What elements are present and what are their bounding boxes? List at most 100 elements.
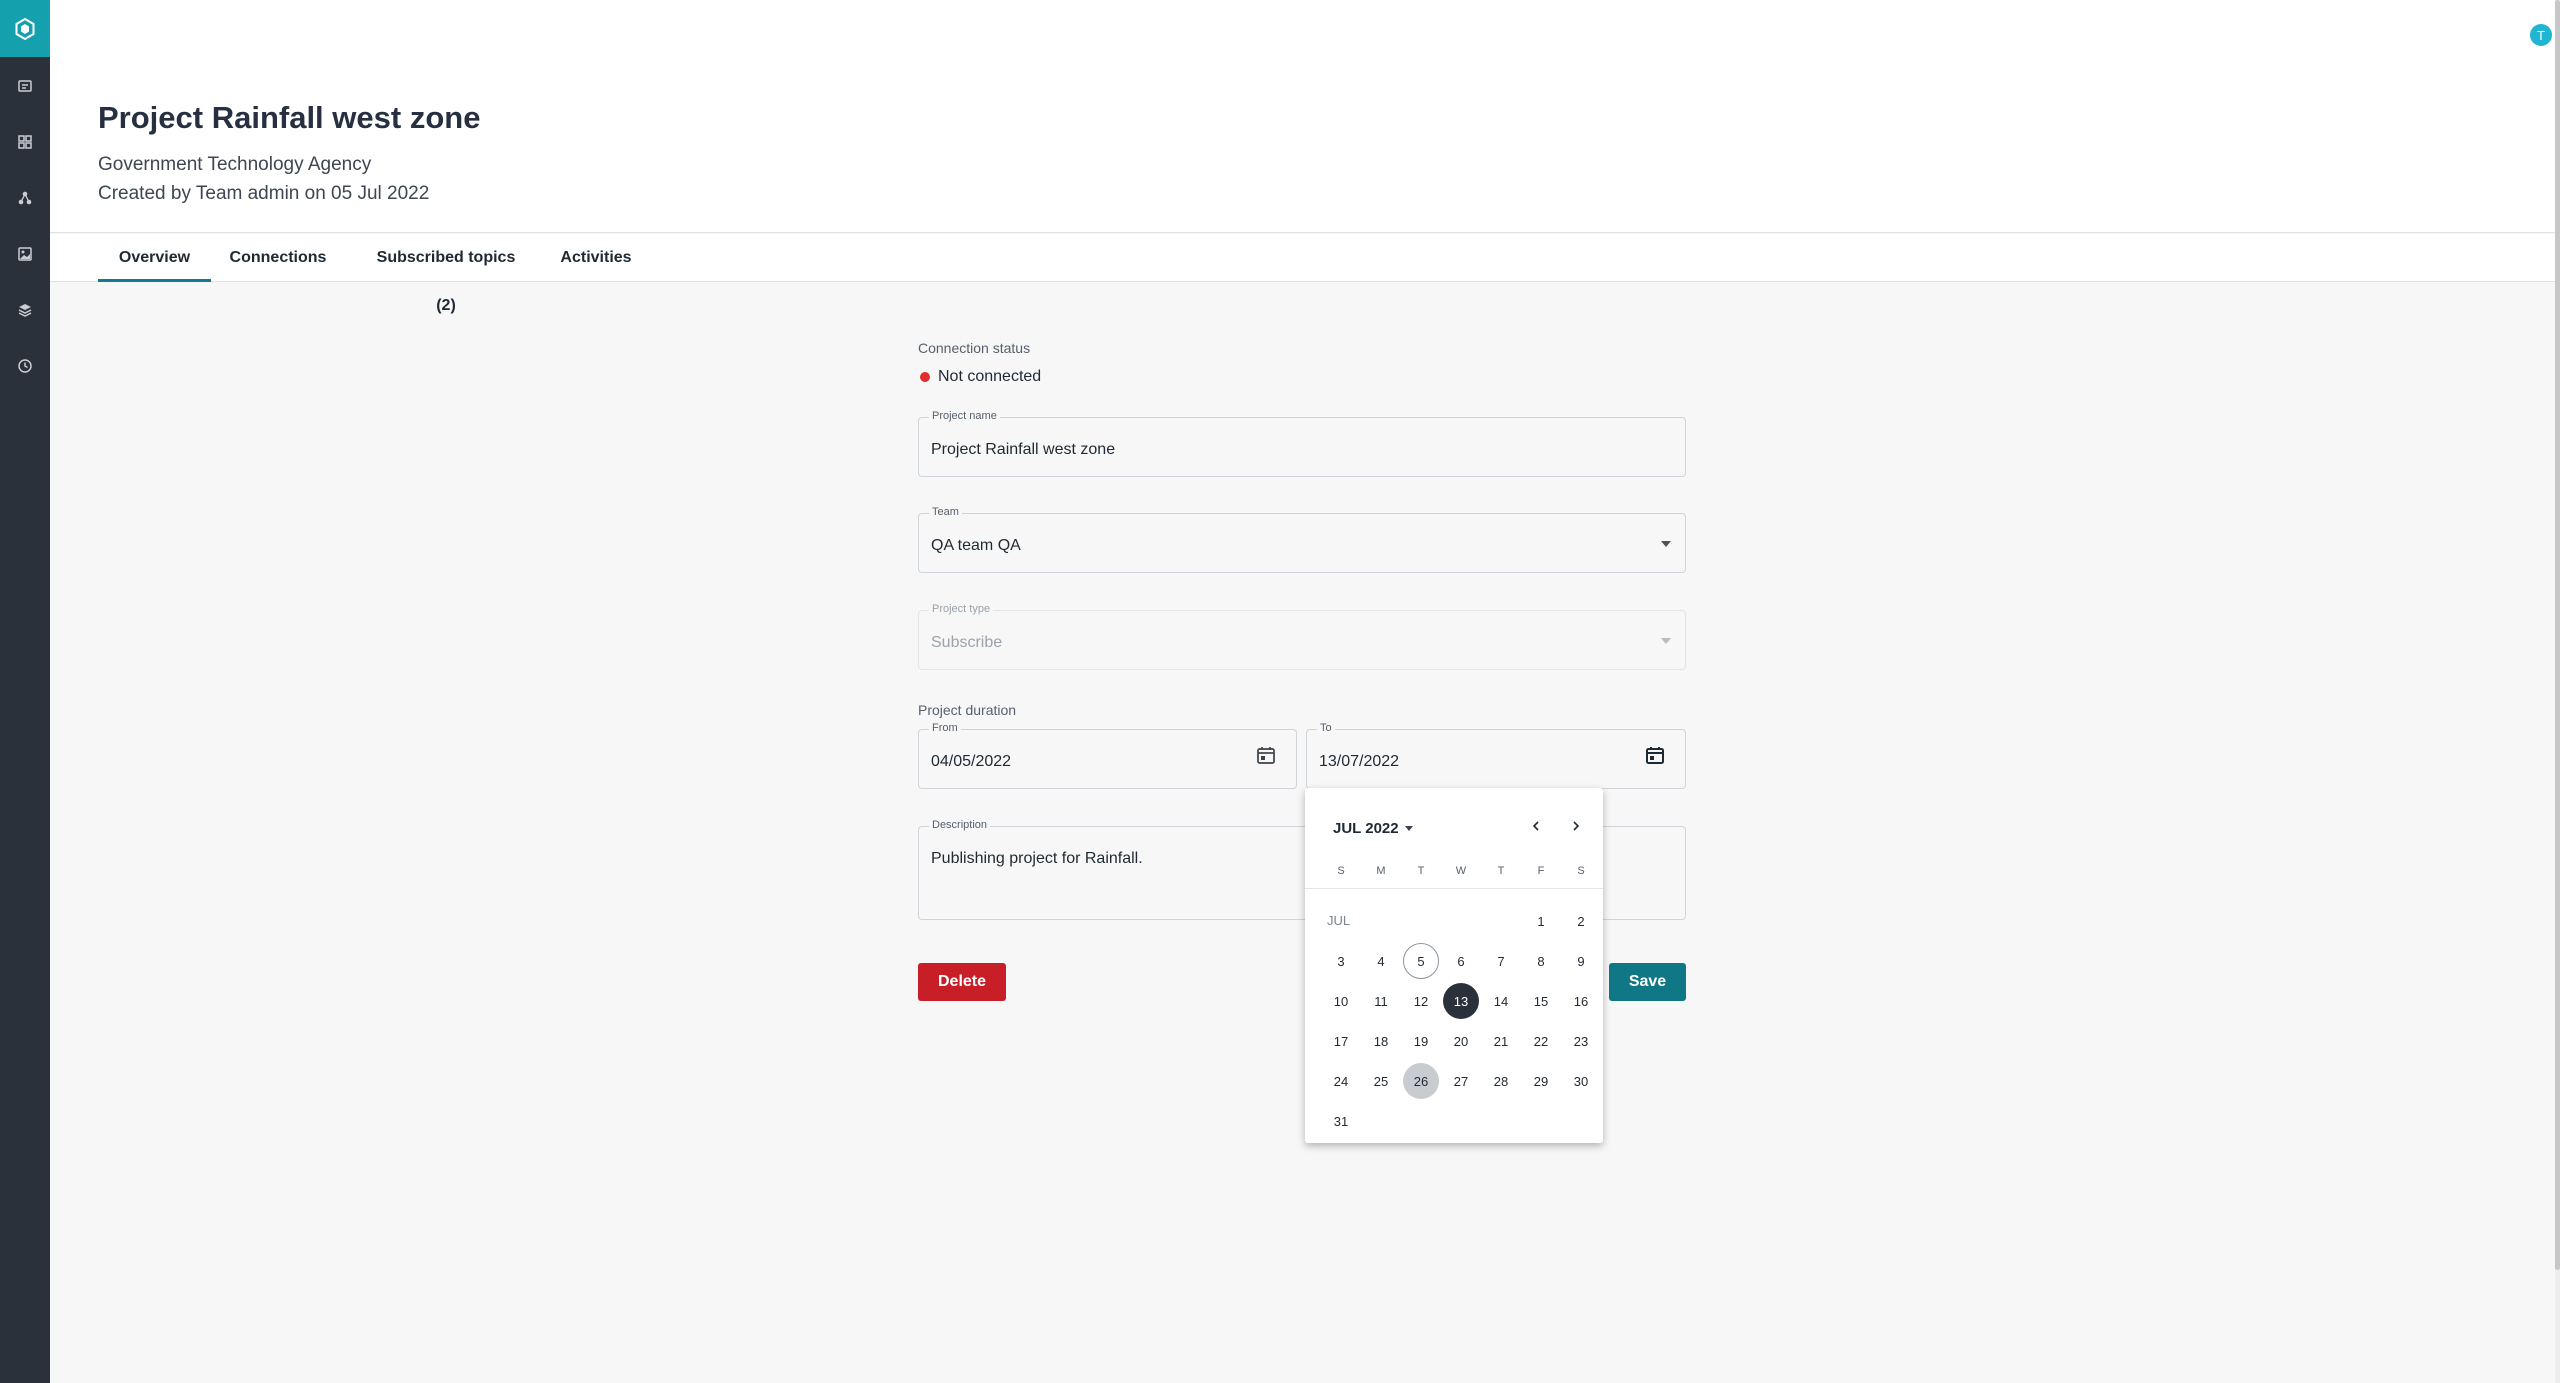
calendar-day[interactable]: 23 <box>1563 1023 1599 1059</box>
calendar-day[interactable]: 1 <box>1523 903 1559 939</box>
save-button[interactable]: Save <box>1609 963 1686 1001</box>
from-value: 04/05/2022 <box>931 753 1012 770</box>
calendar-day[interactable]: 9 <box>1563 943 1599 979</box>
team-label: Team <box>929 506 962 518</box>
tab-subscribed-topics[interactable]: Subscribed topics (2) <box>365 234 527 314</box>
calendar-day[interactable]: 12 <box>1403 983 1439 1019</box>
catalog-icon <box>18 80 32 92</box>
calendar-day[interactable]: 19 <box>1403 1023 1439 1059</box>
sidebar-item-catalog[interactable] <box>0 69 50 103</box>
chevron-left-icon <box>1532 821 1539 831</box>
from-label: From <box>929 722 961 734</box>
weekday-label: T <box>1497 865 1505 877</box>
calendar-divider <box>1305 888 1603 889</box>
description-label: Description <box>929 819 991 831</box>
calendar-day[interactable]: 7 <box>1483 943 1519 979</box>
calendar-day[interactable]: 10 <box>1323 983 1359 1019</box>
calendar-day[interactable]: 14 <box>1483 983 1519 1019</box>
calendar-month-label: JUL <box>1327 913 1351 928</box>
calendar-day[interactable]: 31 <box>1323 1103 1359 1139</box>
clock-icon <box>18 359 32 373</box>
sidebar-item-media[interactable] <box>0 237 50 271</box>
project-name-label: Project name <box>929 410 1000 422</box>
project-name-value: Project Rainfall west zone <box>931 441 1116 458</box>
project-duration-label: Project duration <box>918 702 1017 718</box>
calendar-day[interactable]: 22 <box>1523 1023 1559 1059</box>
date-picker: JUL 2022 SMTWTFS JUL 1 2 3 4 5 6 7 8 9 10 11 12 13 14… <box>1305 788 1603 1143</box>
calendar-day[interactable]: 8 <box>1523 943 1559 979</box>
delete-button[interactable]: Delete <box>918 963 1006 1001</box>
sidebar-item-dashboard[interactable] <box>0 125 50 159</box>
weekday-label: S <box>1577 865 1585 877</box>
stack-icon <box>18 304 32 317</box>
calendar-day[interactable]: 2 <box>1563 903 1599 939</box>
network-icon <box>18 191 32 205</box>
calendar-day[interactable]: 20 <box>1443 1023 1479 1059</box>
calendar-day[interactable]: 30 <box>1563 1063 1599 1099</box>
calendar-day[interactable]: 21 <box>1483 1023 1519 1059</box>
weekday-label: W <box>1455 865 1467 877</box>
calendar-day[interactable]: 3 <box>1323 943 1359 979</box>
calendar-day[interactable]: 27 <box>1443 1063 1479 1099</box>
created-info: Created by Team admin on 05 Jul 2022 <box>98 183 430 204</box>
calendar-day[interactable]: 18 <box>1363 1023 1399 1059</box>
tab-bar: Overview Connections Subscribed topics (… <box>50 234 2555 314</box>
calendar-day[interactable]: 26 <box>1403 1063 1439 1099</box>
calendar-day[interactable]: 24 <box>1323 1063 1359 1099</box>
page-title: Project Rainfall west zone <box>98 100 481 135</box>
calendar-day[interactable]: 4 <box>1363 943 1399 979</box>
previous-month-button[interactable] <box>1522 812 1550 840</box>
project-name-field[interactable]: Project name Project Rainfall west zone <box>918 410 1686 477</box>
calendar-day[interactable]: 17 <box>1323 1023 1359 1059</box>
page-scrollbar[interactable] <box>2555 0 2560 1383</box>
calendar-day[interactable]: 29 <box>1523 1063 1559 1099</box>
description-value: Publishing project for Rainfall. <box>931 850 1143 867</box>
chevron-down-icon <box>1661 638 1671 644</box>
project-type-select: Project type Subscribe <box>918 603 1686 670</box>
calendar-day[interactable]: 16 <box>1563 983 1599 1019</box>
month-year-selector[interactable]: JUL 2022 <box>1333 820 1413 837</box>
to-value: 13/07/2022 <box>1319 753 1400 770</box>
connection-status: Not connected <box>938 368 1042 385</box>
calendar-day[interactable]: 28 <box>1483 1063 1519 1099</box>
chevron-right-icon <box>1573 821 1580 831</box>
agency-name: Government Technology Agency <box>98 154 372 175</box>
calendar-day[interactable]: 6 <box>1443 943 1479 979</box>
avatar[interactable]: T <box>2530 24 2552 46</box>
tab-activities[interactable]: Activities <box>556 234 636 282</box>
logo-icon <box>15 17 35 40</box>
project-type-value: Subscribe <box>931 634 1003 651</box>
connection-status-label: Connection status <box>918 340 1031 356</box>
team-select[interactable]: Team QA team QA <box>918 506 1686 573</box>
calendar-day[interactable]: 13 <box>1443 983 1479 1019</box>
weekday-label: F <box>1537 865 1545 877</box>
calendar-day[interactable]: 25 <box>1363 1063 1399 1099</box>
tab-overview[interactable]: Overview <box>98 234 211 282</box>
next-month-button[interactable] <box>1562 812 1590 840</box>
status-dot <box>920 372 930 382</box>
sidebar-item-history[interactable] <box>0 349 50 383</box>
calendar-icon[interactable] <box>1256 745 1276 765</box>
weekday-label: M <box>1376 865 1386 877</box>
weekday-label: T <box>1417 865 1425 877</box>
caret-down-icon <box>1404 826 1413 831</box>
team-value: QA team QA <box>931 537 1021 554</box>
page-header: Project Rainfall west zone Government Te… <box>50 0 2555 233</box>
to-date-field[interactable]: To 13/07/2022 <box>1306 722 1686 789</box>
tab-connections[interactable]: Connections <box>229 234 327 282</box>
chevron-down-icon <box>1661 541 1671 547</box>
sidebar-item-layers[interactable] <box>0 293 50 327</box>
app-logo[interactable] <box>0 0 50 57</box>
to-label: To <box>1317 722 1335 734</box>
calendar-day[interactable]: 11 <box>1363 983 1399 1019</box>
sidebar <box>0 0 50 1383</box>
calendar-day[interactable]: 5 <box>1403 943 1439 979</box>
calendar-icon[interactable] <box>1645 745 1665 765</box>
project-type-label: Project type <box>929 603 994 615</box>
month-year-label: JUL 2022 <box>1333 820 1399 837</box>
sidebar-item-network[interactable] <box>0 181 50 215</box>
scrollbar-thumb[interactable] <box>2555 0 2560 1270</box>
from-date-field[interactable]: From 04/05/2022 <box>918 722 1297 789</box>
grid-icon <box>18 135 32 149</box>
calendar-day[interactable]: 15 <box>1523 983 1559 1019</box>
